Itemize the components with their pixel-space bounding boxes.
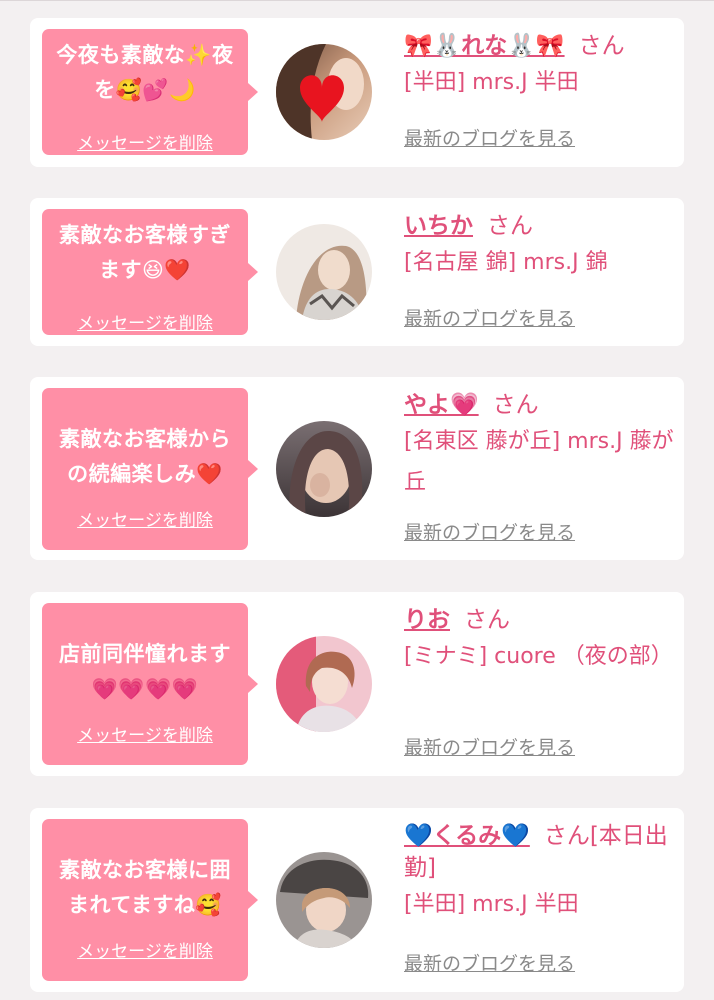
view-blog-link[interactable]: 最新のブログを見る xyxy=(404,949,575,976)
avatar-photo-icon xyxy=(276,421,372,517)
view-blog-link[interactable]: 最新のブログを見る xyxy=(404,304,575,331)
message-text: 店前同伴憧れます 💗💗💗💗 xyxy=(59,642,231,701)
cast-info: りお さん [ミナミ] cuore （夜の部） xyxy=(404,604,676,677)
message-text: 素敵なお客様すぎ ます😆❤️ xyxy=(59,223,231,282)
honorific: さん xyxy=(464,607,510,633)
avatar-photo-icon xyxy=(276,636,372,732)
avatar-photo-icon xyxy=(276,44,372,140)
honorific: さん xyxy=(487,213,533,239)
message-card: 素敵なお客様から の続編楽しみ❤️ メッセージを削除 やよ💗 さん [名東区 藤が… xyxy=(30,377,684,560)
message-bubble: 素敵なお客様すぎ ます😆❤️ メッセージを削除 xyxy=(42,209,258,335)
cast-info: いちか さん [名古屋 錦] mrs.J 錦 xyxy=(404,210,676,283)
cast-name-link[interactable]: いちか xyxy=(404,213,473,239)
cast-info: 💙くるみ💙 さん[本日出勤] [半田] mrs.J 半田 xyxy=(404,820,676,925)
cast-info: 🎀🐰れな🐰🎀 さん [半田] mrs.J 半田 xyxy=(404,30,676,103)
message-text: 素敵なお客様に囲 まれてますね🥰 xyxy=(59,858,231,917)
view-blog-link[interactable]: 最新のブログを見る xyxy=(404,733,575,760)
avatar[interactable] xyxy=(276,44,372,140)
shop-label: [半田] mrs.J 半田 xyxy=(404,892,579,917)
shop-label: [ミナミ] cuore （夜の部） xyxy=(404,644,673,669)
avatar[interactable] xyxy=(276,636,372,732)
cast-name-link[interactable]: 🎀🐰れな🐰🎀 xyxy=(404,33,565,59)
message-text: 今夜も素敵な✨夜 を🥰💕🌙 xyxy=(56,43,234,102)
cast-name-link[interactable]: りお xyxy=(404,607,450,633)
shop-label: [名東区 藤が丘] mrs.J 藤が丘 xyxy=(404,429,674,495)
delete-message-link[interactable]: メッセージを削除 xyxy=(42,314,248,334)
message-card: 素敵なお客様すぎ ます😆❤️ メッセージを削除 いちか さん [名古屋 錦] mr… xyxy=(30,198,684,346)
message-bubble: 店前同伴憧れます 💗💗💗💗 メッセージを削除 xyxy=(42,603,258,765)
view-blog-link[interactable]: 最新のブログを見る xyxy=(404,518,575,545)
message-bubble: 今夜も素敵な✨夜 を🥰💕🌙 メッセージを削除 xyxy=(42,29,258,155)
message-bubble: 素敵なお客様に囲 まれてますね🥰 メッセージを削除 xyxy=(42,819,258,981)
cast-name-link[interactable]: 💙くるみ💙 xyxy=(404,823,530,849)
message-bubble: 素敵なお客様から の続編楽しみ❤️ メッセージを削除 xyxy=(42,388,258,550)
cast-name-link[interactable]: やよ💗 xyxy=(404,392,479,418)
message-text: 素敵なお客様から の続編楽しみ❤️ xyxy=(59,427,231,486)
avatar-photo-icon xyxy=(276,224,372,320)
honorific: さん xyxy=(492,392,539,418)
message-card: 店前同伴憧れます 💗💗💗💗 メッセージを削除 りお さん [ミナミ] cuore … xyxy=(30,592,684,776)
message-card: 今夜も素敵な✨夜 を🥰💕🌙 メッセージを削除 🎀🐰れな🐰🎀 さん [半田] mrs… xyxy=(30,18,684,167)
view-blog-link[interactable]: 最新のブログを見る xyxy=(404,124,575,151)
message-card: 素敵なお客様に囲 まれてますね🥰 メッセージを削除 💙くるみ💙 さん[本日出勤] … xyxy=(30,808,684,992)
shop-label: [名古屋 錦] mrs.J 錦 xyxy=(404,250,608,275)
top-divider xyxy=(0,0,714,1)
avatar[interactable] xyxy=(276,421,372,517)
delete-message-link[interactable]: メッセージを削除 xyxy=(42,942,248,962)
shop-label: [半田] mrs.J 半田 xyxy=(404,70,579,95)
delete-message-link[interactable]: メッセージを削除 xyxy=(42,511,248,531)
delete-message-link[interactable]: メッセージを削除 xyxy=(42,726,248,746)
delete-message-link[interactable]: メッセージを削除 xyxy=(42,134,248,154)
avatar[interactable] xyxy=(276,224,372,320)
avatar[interactable] xyxy=(276,852,372,948)
honorific: さん xyxy=(578,33,625,59)
cast-info: やよ💗 さん [名東区 藤が丘] mrs.J 藤が丘 xyxy=(404,389,676,503)
avatar-photo-icon xyxy=(276,852,372,948)
